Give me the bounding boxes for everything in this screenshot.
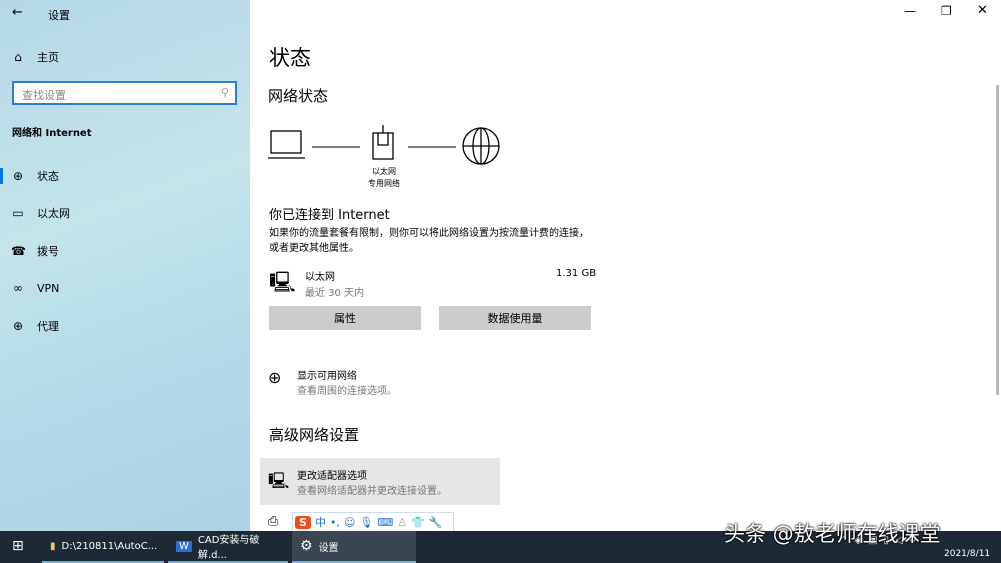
show-networks-link[interactable]: ⊕ 显示可用网络 查看周围的连接选项。 — [265, 365, 465, 397]
section-heading: 网络和 Internet — [12, 128, 92, 139]
selected-indicator — [0, 168, 3, 184]
maximize-button[interactable]: ❐ — [941, 4, 952, 18]
connected-heading: 你已连接到 Internet — [269, 208, 390, 223]
taskbar-label: CAD安装与破解.d... — [197, 535, 260, 561]
sidebar-item-home[interactable]: ⌂ 主页 — [0, 42, 250, 72]
link-subtitle: 查看周围的连接选项。 — [297, 386, 397, 397]
search-placeholder: 查找设置 — [22, 89, 66, 102]
mic-icon[interactable]: 🎙 — [359, 516, 373, 529]
skin-icon[interactable]: 👕 — [411, 516, 425, 529]
window-title: 设置 — [48, 9, 70, 22]
home-label: 主页 — [37, 51, 59, 64]
sharing-icon: ⎙ — [268, 514, 279, 529]
item-label: 拨号 — [37, 245, 59, 258]
globe-icon: ⊕ — [12, 319, 24, 333]
content: — ❐ ✕ 状态 网络状态 以太网 专用网络 你已连接到 Internet 如果你… — [250, 0, 1001, 531]
taskbar-item-settings[interactable]: ⚙ 设置 — [292, 531, 416, 563]
folder-icon: ▮ — [50, 540, 56, 552]
connection-name: 以太网 — [305, 272, 335, 283]
sidebar-item-proxy[interactable]: ⊕ 代理 — [0, 311, 250, 341]
diagram-label: 专用网络 — [368, 179, 400, 188]
item-label: 以太网 — [37, 207, 70, 220]
watermark: 头条 @敖老师在线课堂 — [724, 522, 941, 546]
search-input[interactable]: 查找设置 ⚲ — [12, 81, 237, 105]
link-subtitle: 查看网络适配器并更改连接设置。 — [297, 486, 447, 497]
network-diagram — [268, 125, 500, 165]
page-title: 状态 — [269, 46, 311, 70]
sidebar-item-vpn[interactable]: ∞ VPN — [0, 273, 250, 303]
vpn-icon: ∞ — [13, 281, 23, 295]
taskbar-label: 设置 — [318, 542, 339, 554]
taskbar-item-word[interactable]: W CAD安装与破解.d... — [168, 531, 288, 563]
scrollbar[interactable] — [996, 85, 999, 395]
clock-date[interactable]: 2021/8/11 — [944, 549, 990, 559]
ethernet-icon: 🖳 — [269, 270, 296, 294]
dialup-icon: ☎ — [11, 244, 26, 258]
user-icon[interactable]: ♙ — [397, 516, 407, 529]
globe-network-icon: ⊕ — [268, 368, 282, 387]
laptop-icon — [268, 130, 305, 159]
link-title: 更改适配器选项 — [297, 471, 367, 482]
data-usage-button[interactable]: 数据使用量 — [439, 306, 591, 330]
start-windows-icon[interactable]: ⊞ — [12, 538, 24, 554]
globe-icon — [462, 127, 500, 165]
status-globe-icon: ⊕ — [12, 169, 24, 183]
keyboard-icon[interactable]: ⌨ — [377, 516, 393, 529]
sogou-logo-icon: S — [295, 515, 311, 529]
link-title: 显示可用网络 — [297, 371, 357, 382]
taskbar-label: D:\210811\AutoC... — [61, 540, 158, 552]
sidebar-item-status[interactable]: ⊕ 状态 — [0, 161, 250, 191]
home-icon: ⌂ — [14, 50, 22, 64]
network-status-heading: 网络状态 — [268, 87, 329, 105]
item-label: 状态 — [37, 170, 59, 183]
punctuation-icon[interactable]: •, — [330, 516, 340, 529]
emoji-icon[interactable]: ☺ — [344, 516, 355, 529]
wrench-icon[interactable]: 🔧 — [429, 516, 443, 529]
ime-mode[interactable]: 中 — [315, 514, 326, 530]
back-arrow-icon[interactable]: ← — [12, 5, 23, 20]
data-usage-value: 1.31 GB — [556, 268, 597, 279]
advanced-heading: 高级网络设置 — [269, 426, 360, 444]
properties-button[interactable]: 属性 — [269, 306, 421, 330]
change-adapter-options[interactable]: 🖳 更改适配器选项 查看网络适配器并更改连接设置。 — [260, 458, 500, 505]
diagram-labels: 以太网 专用网络 — [360, 166, 408, 190]
diagram-label: 以太网 — [372, 167, 396, 176]
search-icon: ⚲ — [220, 86, 229, 99]
ime-toolbar[interactable]: S 中 •, ☺ 🎙 ⌨ ♙ 👕 🔧 — [292, 512, 454, 532]
item-label: 代理 — [37, 320, 59, 333]
ethernet-port-icon — [372, 125, 394, 160]
minimize-button[interactable]: — — [904, 4, 916, 18]
sidebar-item-ethernet[interactable]: ▭ 以太网 — [0, 198, 250, 228]
taskbar-item-explorer[interactable]: ▮ D:\210811\AutoC... — [42, 531, 164, 563]
item-label: VPN — [37, 281, 60, 295]
close-button[interactable]: ✕ — [977, 3, 988, 18]
connection-period: 最近 30 天内 — [305, 288, 365, 299]
adapter-icon: 🖳 — [268, 471, 290, 490]
sidebar: ← 设置 ⌂ 主页 查找设置 ⚲ 网络和 Internet ⊕ 状态 ▭ 以太网 ☎ 拨号… — [0, 0, 250, 531]
wps-writer-icon: W — [176, 540, 192, 552]
ethernet-icon: ▭ — [12, 206, 24, 220]
gear-icon: ⚙ — [300, 538, 313, 554]
description: 如果你的流量套餐有限制，则你可以将此网络设置为按流量计费的连接，或者更改其他属性… — [269, 228, 589, 254]
sidebar-item-dialup[interactable]: ☎ 拨号 — [0, 236, 250, 266]
